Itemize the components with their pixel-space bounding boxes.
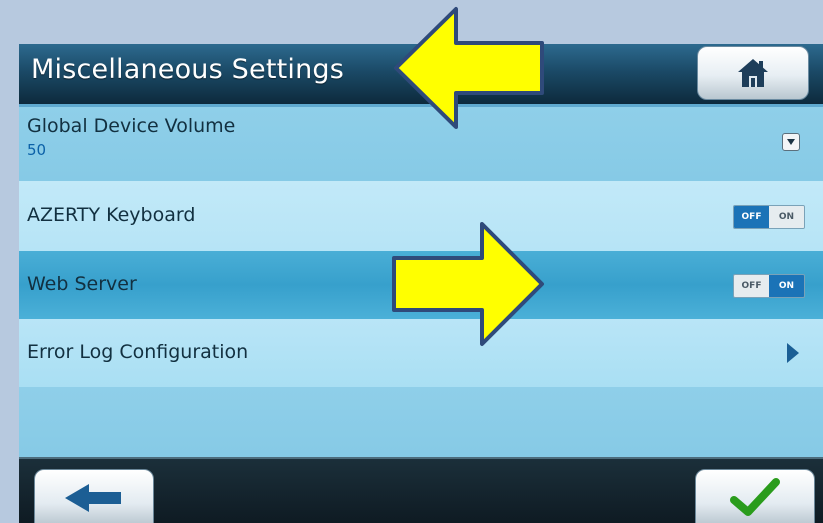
toggle-on-label: ON bbox=[769, 206, 804, 228]
azerty-toggle[interactable]: OFF ON bbox=[733, 205, 805, 229]
back-arrow-icon bbox=[65, 484, 121, 512]
volume-dropdown[interactable] bbox=[782, 133, 800, 151]
toggle-off-label: OFF bbox=[734, 206, 769, 228]
left-pointing-arrow-annotation bbox=[394, 7, 544, 129]
empty-row bbox=[19, 387, 823, 457]
row-label: Error Log Configuration bbox=[27, 341, 249, 363]
row-label: AZERTY Keyboard bbox=[27, 204, 196, 226]
back-button[interactable] bbox=[34, 469, 154, 523]
row-label: Global Device Volume bbox=[27, 115, 236, 137]
toggle-on-label: ON bbox=[769, 275, 804, 297]
volume-value: 50 bbox=[27, 141, 47, 159]
toggle-off-label: OFF bbox=[734, 275, 769, 297]
confirm-button[interactable] bbox=[695, 469, 815, 523]
home-button[interactable] bbox=[697, 46, 809, 100]
web-server-toggle[interactable]: OFF ON bbox=[733, 274, 805, 298]
chevron-right-icon bbox=[787, 343, 799, 363]
row-label: Web Server bbox=[27, 273, 137, 295]
checkmark-icon bbox=[730, 478, 780, 516]
right-pointing-arrow-annotation bbox=[392, 222, 544, 346]
home-icon bbox=[738, 59, 768, 87]
chevron-down-icon bbox=[787, 139, 795, 145]
page-title: Miscellaneous Settings bbox=[31, 54, 345, 85]
footer-bar bbox=[19, 457, 823, 523]
